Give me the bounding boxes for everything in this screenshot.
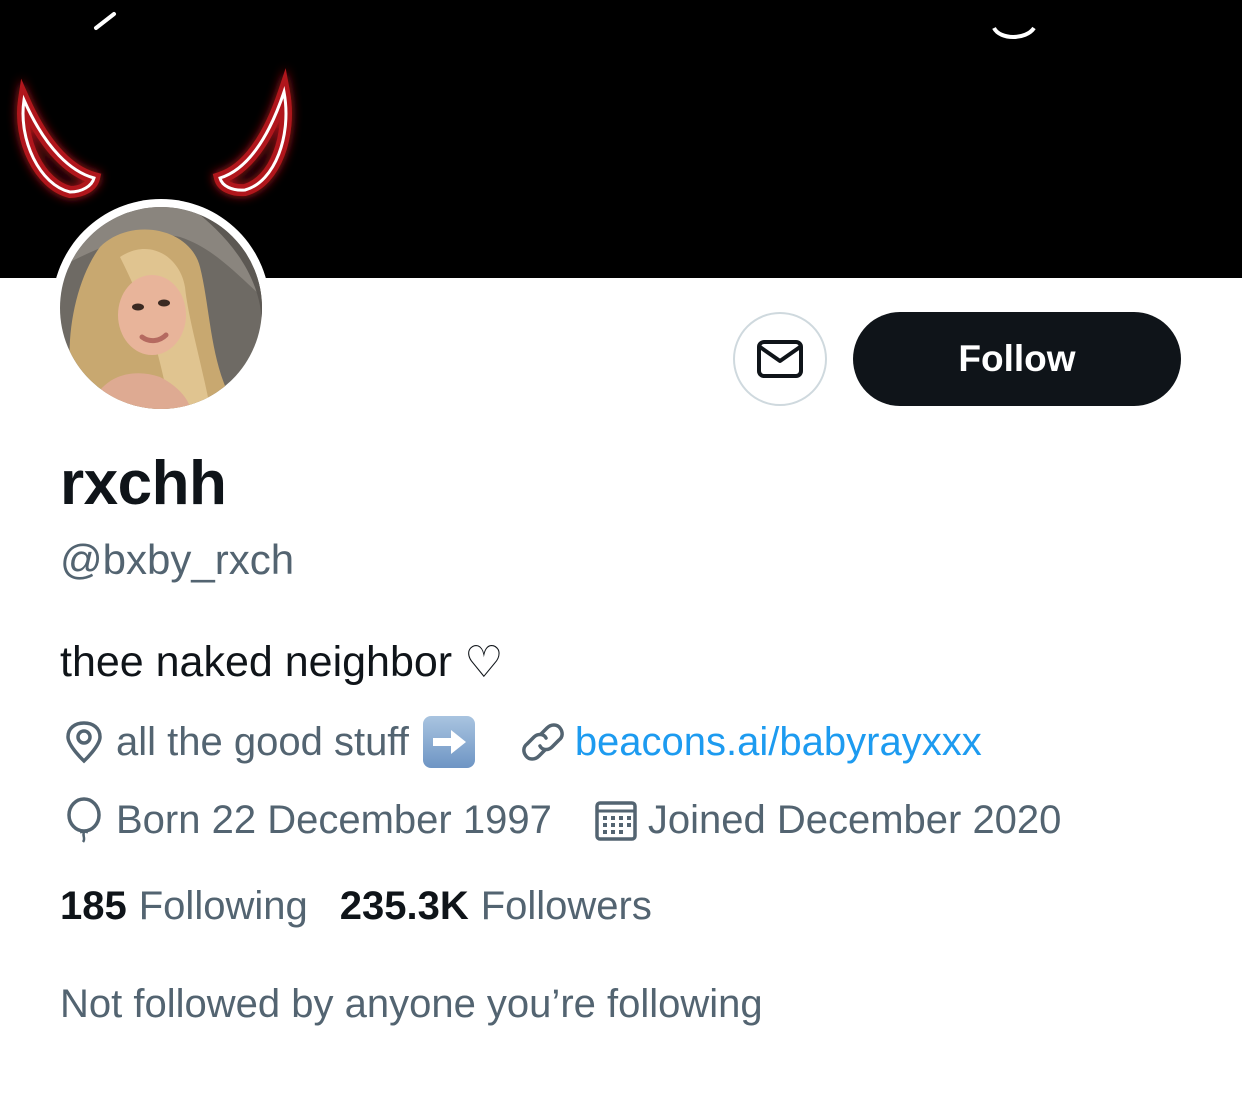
heart-icon: ♡ xyxy=(464,637,504,688)
joined-item: Joined December 2020 xyxy=(592,796,1062,844)
avatar-photo xyxy=(60,207,262,409)
display-name: rxchh xyxy=(60,449,227,518)
profile-page: Follow rxchh @bxby_rxch thee naked neigh… xyxy=(0,0,1242,1100)
birthday-text: Born 22 December 1997 xyxy=(116,797,552,842)
message-button[interactable] xyxy=(733,312,827,406)
search-icon[interactable] xyxy=(990,0,1040,40)
balloon-icon xyxy=(60,796,108,844)
followers-count: 235.3K xyxy=(339,884,469,928)
link-icon xyxy=(519,718,567,766)
calendar-icon xyxy=(592,796,640,844)
location-pin-icon xyxy=(60,718,108,766)
profile-bio: thee naked neighbor ♡ xyxy=(60,637,504,688)
birthday-item: Born 22 December 1997 xyxy=(60,796,552,844)
mutual-followers-text: Not followed by anyone you’re following xyxy=(60,982,763,1026)
website-link[interactable]: beacons.ai/babyrayxxx xyxy=(575,720,982,765)
bio-text: thee naked neighbor xyxy=(60,638,453,686)
followers-label: Followers xyxy=(480,884,652,928)
followers-stat[interactable]: 235.3K Followers xyxy=(340,884,652,929)
envelope-icon xyxy=(757,340,803,378)
website-item[interactable]: beacons.ai/babyrayxxx xyxy=(519,718,982,766)
follow-stats: 185 Following 235.3K Followers xyxy=(60,884,684,929)
follow-button[interactable]: Follow xyxy=(853,312,1181,406)
following-stat[interactable]: 185 Following xyxy=(60,884,308,929)
following-label: Following xyxy=(138,884,308,928)
profile-avatar[interactable] xyxy=(52,199,270,417)
joined-text: Joined December 2020 xyxy=(647,797,1062,842)
user-handle: @bxby_rxch xyxy=(60,536,295,583)
profile-meta-row-1: all the good stuff beacons.ai/babyrayxxx xyxy=(60,716,982,768)
location-item: all the good stuff xyxy=(60,716,475,768)
location-text: all the good stuff xyxy=(116,719,409,764)
profile-meta-row-2: Born 22 December 1997 Joined December 20… xyxy=(60,796,1061,844)
following-count: 185 xyxy=(60,884,127,928)
arrow-right-emoji-icon xyxy=(422,716,475,768)
back-arrow-icon[interactable] xyxy=(84,0,124,40)
